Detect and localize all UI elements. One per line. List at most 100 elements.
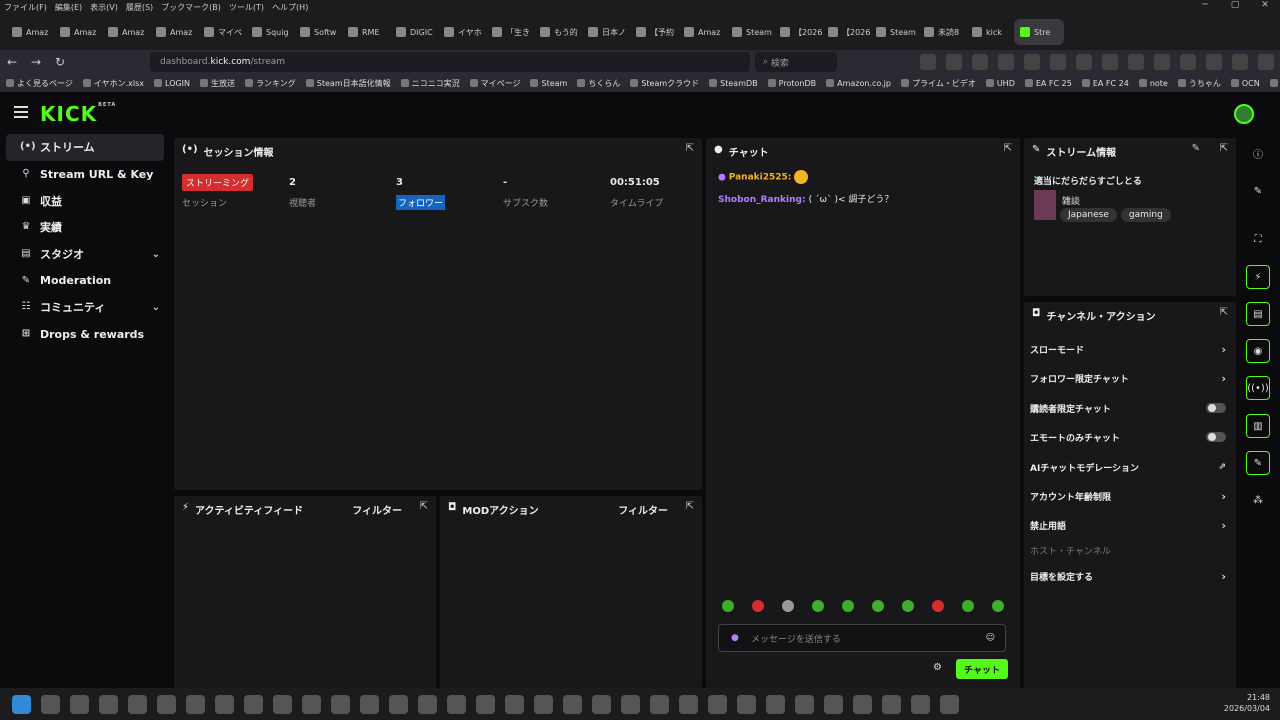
taskbar-app-icon[interactable] <box>157 694 176 714</box>
taskbar-app-icon[interactable] <box>418 694 437 714</box>
settings-gear-icon[interactable]: ⚙ <box>933 662 942 673</box>
hamburger-menu-icon[interactable] <box>14 106 28 118</box>
taskbar-app-icon[interactable] <box>766 694 785 714</box>
bookmark-item[interactable]: note <box>1139 79 1168 88</box>
browser-tab[interactable]: Stre <box>1014 19 1064 45</box>
layers-icon[interactable]: ▥ <box>1246 414 1270 438</box>
popout-icon[interactable]: ⇱ <box>686 501 694 512</box>
bookmark-item[interactable]: ちくらん <box>577 78 620 89</box>
taskbar-app-icon[interactable] <box>940 694 959 714</box>
slow-mode-row[interactable]: スローモード › <box>1030 340 1226 358</box>
banned-words-row[interactable]: 禁止用語 › <box>1030 516 1226 534</box>
sidebar-item[interactable]: ⊞ Drops & rewards <box>6 321 164 348</box>
chevron-down-icon[interactable]: ⌄ <box>152 302 160 313</box>
taskbar-app-icon[interactable] <box>534 694 553 714</box>
sidebar-item[interactable]: ⚲ Stream URL & Key <box>6 161 164 188</box>
browser-tab[interactable]: RME <box>342 19 390 45</box>
taskbar-app-icon[interactable] <box>128 694 147 714</box>
menu-edit[interactable]: 編集(E) <box>55 2 82 13</box>
close-window-icon[interactable]: ✕ <box>1250 0 1280 14</box>
home-icon[interactable] <box>920 54 936 70</box>
bookmark-item[interactable]: Steamクラウド <box>630 78 699 89</box>
mod-filter-button[interactable]: フィルター <box>618 502 668 517</box>
browser-tab[interactable]: Amaz <box>6 19 54 45</box>
taskbar-app-icon[interactable] <box>505 694 524 714</box>
menu-help[interactable]: ヘルプ(H) <box>272 2 308 13</box>
maximize-icon[interactable]: ▢ <box>1220 0 1250 14</box>
taskbar-app-icon[interactable] <box>476 694 495 714</box>
bookmark-item[interactable]: よく見るページ <box>6 78 73 89</box>
taskbar-app-icon[interactable] <box>186 694 205 714</box>
sidebar-item[interactable]: ▣ 収益 <box>6 187 164 214</box>
sidebar-item[interactable]: (•) ストリーム <box>6 134 164 161</box>
emote-icon[interactable] <box>872 600 884 612</box>
taskbar-app-icon[interactable] <box>273 694 292 714</box>
taskbar-app-icon[interactable] <box>331 694 350 714</box>
back-icon[interactable]: ← <box>0 55 24 69</box>
bookmark-item[interactable]: 工学・設備一覧 | NTT <box>1270 78 1280 89</box>
popout-icon[interactable]: ⇱ <box>1004 143 1012 154</box>
bookmark-item[interactable]: うちゃん <box>1178 78 1221 89</box>
emoji-icon[interactable]: ☺ <box>986 633 995 643</box>
popout-icon[interactable]: ⇱ <box>1220 307 1228 318</box>
broadcast-icon[interactable]: ((•)) <box>1246 376 1270 400</box>
browser-tab[interactable]: イヤホ <box>438 19 486 45</box>
emote-only-toggle[interactable] <box>1206 432 1226 442</box>
taskbar-app-icon[interactable] <box>563 694 582 714</box>
system-tray-clock[interactable]: 21:48 2026/03/04 <box>1224 692 1270 714</box>
menu-tools[interactable]: ツール(T) <box>229 2 264 13</box>
minimize-icon[interactable]: ─ <box>1190 0 1220 14</box>
browser-tab[interactable]: もう的 <box>534 19 582 45</box>
extension-icon[interactable] <box>972 54 988 70</box>
popout-icon[interactable]: ⇱ <box>686 143 694 154</box>
emote-icon[interactable] <box>812 600 824 612</box>
windows-start-icon[interactable] <box>12 694 31 714</box>
bookmark-item[interactable]: UHD <box>986 79 1015 88</box>
menu-history[interactable]: 履歴(S) <box>126 2 153 13</box>
bookmark-item[interactable]: EA FC 25 <box>1025 79 1072 88</box>
chevron-down-icon[interactable]: ⌄ <box>152 249 160 260</box>
extension-icon[interactable] <box>1154 54 1170 70</box>
emote-icon[interactable] <box>722 600 734 612</box>
menu-bookmarks[interactable]: ブックマーク(B) <box>161 2 221 13</box>
bolt-icon[interactable]: ⚡ <box>1246 265 1270 289</box>
browser-tab[interactable]: 【2026 <box>774 19 822 45</box>
activity-filter-button[interactable]: フィルター <box>352 502 402 517</box>
taskbar-app-icon[interactable] <box>911 694 930 714</box>
browser-tab[interactable]: kick <box>966 19 1014 45</box>
wrench-icon[interactable]: ✎ <box>1246 451 1270 475</box>
taskbar-app-icon[interactable] <box>650 694 669 714</box>
bookmark-item[interactable]: ProtonDB <box>768 79 816 88</box>
forward-icon[interactable]: → <box>24 55 48 69</box>
taskbar-app-icon[interactable] <box>302 694 321 714</box>
chat-username[interactable]: Panaki2525 <box>729 173 788 183</box>
taskbar-app-icon[interactable] <box>795 694 814 714</box>
browser-tab[interactable]: Steam <box>870 19 918 45</box>
menu-view[interactable]: 表示(V) <box>90 2 118 13</box>
browser-tab[interactable]: 日本ノ <box>582 19 630 45</box>
taskbar-app-icon[interactable] <box>592 694 611 714</box>
info-icon[interactable]: ⓘ <box>1246 141 1270 165</box>
popout-icon[interactable]: ⇱ <box>1220 143 1228 154</box>
bookmark-item[interactable]: EA FC 24 <box>1082 79 1129 88</box>
edit-icon[interactable]: ✎ <box>1192 143 1200 154</box>
taskbar-app-icon[interactable] <box>41 694 60 714</box>
extension-icon[interactable] <box>1232 54 1248 70</box>
set-goal-row[interactable]: 目標を設定する › <box>1030 567 1226 585</box>
taskbar-app-icon[interactable] <box>824 694 843 714</box>
url-bar[interactable]: dashboard. kick.com/stream <box>150 52 750 72</box>
browser-tab[interactable]: Amaz <box>54 19 102 45</box>
extension-icon[interactable] <box>1076 54 1092 70</box>
user-avatar[interactable] <box>1234 104 1254 124</box>
taskbar-app-icon[interactable] <box>99 694 118 714</box>
extension-icon[interactable] <box>1180 54 1196 70</box>
emote-icon[interactable] <box>842 600 854 612</box>
taskbar-app-icon[interactable] <box>389 694 408 714</box>
document-icon[interactable]: ▤ <box>1246 302 1270 326</box>
bookmark-item[interactable]: Steam日本語化情報 <box>306 78 391 89</box>
account-age-row[interactable]: アカウント年齢制限 › <box>1030 487 1226 505</box>
bookmark-item[interactable]: SteamDB <box>709 79 757 88</box>
taskbar-app-icon[interactable] <box>621 694 640 714</box>
popout-icon[interactable]: ⇱ <box>420 501 428 512</box>
taskbar-app-icon[interactable] <box>882 694 901 714</box>
